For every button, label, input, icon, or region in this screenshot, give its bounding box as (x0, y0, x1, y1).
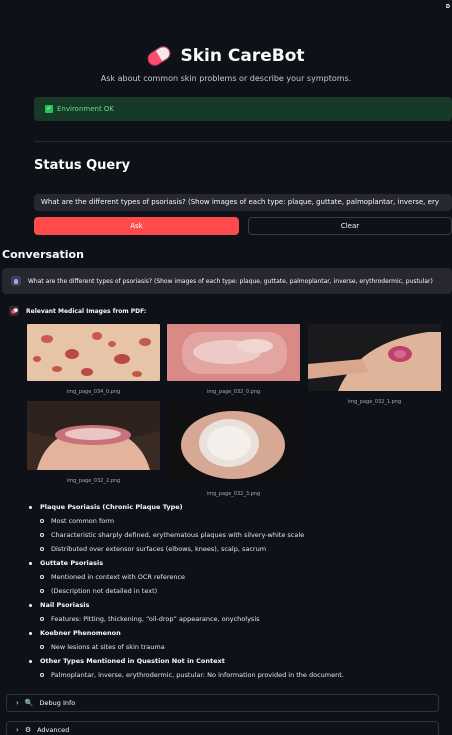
checkmark-icon: ✓ (45, 105, 53, 113)
assistant-avatar-icon (9, 306, 19, 316)
assistant-heading: Relevant Medical Images from PDF: (26, 307, 147, 315)
list-subitem: Characteristic sharply defined, erythema… (29, 528, 449, 542)
psoriasis-image-4[interactable] (27, 401, 160, 470)
psoriasis-image-5[interactable] (167, 401, 300, 483)
ask-button[interactable]: Ask (34, 217, 239, 235)
status-query-heading: Status Query (34, 158, 131, 173)
medical-image-card: img_page_034_0.png (27, 324, 160, 395)
debug-info-expander[interactable]: › 🔍 Debug Info (6, 694, 439, 712)
list-item: Koebner Phenomenon (29, 626, 449, 640)
list-subitem: Most common form (29, 514, 449, 528)
image-caption: img_page_032_2.png (66, 478, 121, 484)
list-subitem: Distributed over extensor surfaces (elbo… (29, 542, 449, 556)
image-caption: img_page_032_3.png (206, 491, 261, 497)
magnifier-icon: 🔍 (24, 699, 34, 707)
medical-image-card: img_page_032_1.png (308, 324, 441, 405)
user-avatar-icon (11, 276, 21, 286)
conversation-heading: Conversation (2, 248, 84, 261)
list-item: Guttate Psoriasis (29, 556, 449, 570)
clear-button[interactable]: Clear (248, 217, 452, 235)
chevron-right-icon: › (16, 699, 19, 707)
pill-icon (145, 43, 174, 69)
list-subitem: (Description not detailed in text) (29, 584, 449, 598)
chevron-right-icon: › (16, 726, 19, 734)
image-caption: img_page_032_0.png (206, 389, 261, 395)
advanced-expander[interactable]: › ⚙ Advanced (6, 721, 439, 735)
page-subtitle: Ask about common skin problems or descri… (100, 74, 352, 83)
assistant-message-header: Relevant Medical Images from PDF: (9, 306, 146, 316)
medical-image-card: img_page_032_2.png (27, 401, 160, 484)
list-item: Nail Psoriasis (29, 598, 449, 612)
divider (34, 141, 452, 142)
image-caption: img_page_034_0.png (66, 389, 121, 395)
app-header: Skin CareBot (0, 43, 452, 69)
psoriasis-image-2[interactable] (167, 324, 300, 381)
gear-icon: ⚙ (24, 726, 32, 734)
medical-image-card: img_page_032_3.png (167, 401, 300, 497)
list-subitem: Features: Pitting, thickening, “oil-drop… (29, 612, 449, 626)
list-subitem: New lesions at sites of skin trauma (29, 640, 449, 654)
psoriasis-image-1[interactable] (27, 324, 160, 381)
user-message-text: What are the different types of psoriasi… (28, 277, 433, 285)
environment-status-alert: ✓ Environment OK (34, 97, 452, 121)
expander-label: Debug Info (39, 699, 76, 707)
query-input[interactable]: What are the different types of psoriasi… (34, 194, 452, 211)
list-subitem: Mentioned in context with OCR reference (29, 570, 449, 584)
environment-status-text: Environment OK (57, 105, 115, 113)
list-subitem: Palmoplantar, inverse, erythrodermic, pu… (29, 668, 449, 682)
deploy-button[interactable]: D (446, 4, 450, 10)
user-chat-message: What are the different types of psoriasi… (2, 268, 452, 294)
psoriasis-image-3[interactable] (308, 324, 441, 391)
page-title: Skin CareBot (180, 46, 305, 66)
medical-image-card: img_page_032_0.png (167, 324, 300, 395)
list-item: Plaque Psoriasis (Chronic Plaque Type) (29, 500, 449, 514)
image-caption: img_page_032_1.png (347, 399, 402, 405)
list-item: Other Types Mentioned in Question Not in… (29, 654, 449, 668)
answer-list: Plaque Psoriasis (Chronic Plaque Type) M… (29, 500, 449, 682)
expander-label: Advanced (37, 726, 70, 734)
